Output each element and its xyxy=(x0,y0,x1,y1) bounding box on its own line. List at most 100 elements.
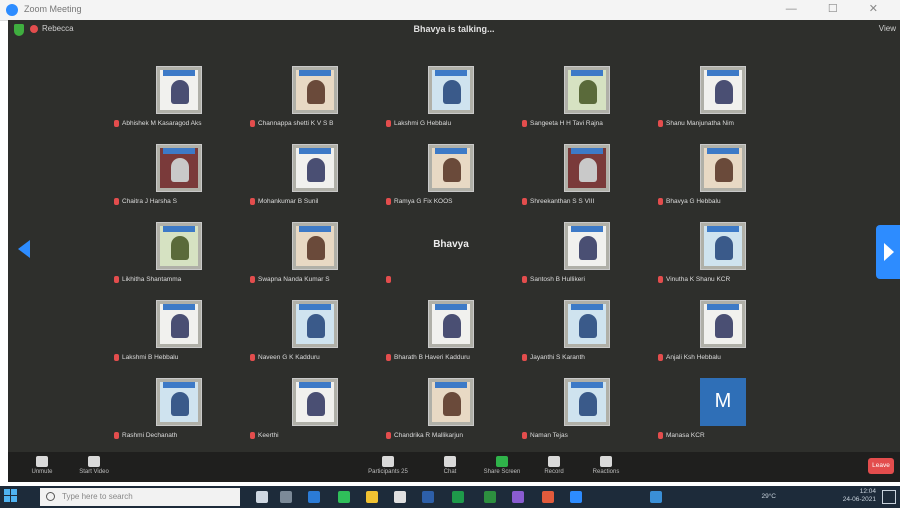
window-controls[interactable]: — ☐ ✕ xyxy=(786,2,892,15)
participant-tile[interactable]: Rashmi Dechanath xyxy=(108,378,248,450)
photo-frame xyxy=(701,67,745,113)
view-button[interactable]: View xyxy=(879,24,896,33)
photo-frame xyxy=(429,145,473,191)
participant-photo xyxy=(700,222,746,270)
file-explorer-icon[interactable] xyxy=(366,491,378,503)
participant-name-label: Bharath B Haveri Kadduru xyxy=(386,354,520,361)
photo-frame xyxy=(157,301,201,347)
participant-tile[interactable]: Bhavya G Hebbalu xyxy=(652,144,792,216)
participant-name-label: Chaitra J Harsha S xyxy=(114,198,248,205)
participant-photo: M xyxy=(700,378,746,426)
whatsapp-icon[interactable] xyxy=(338,491,350,503)
next-page-arrow-icon[interactable] xyxy=(876,225,900,279)
participant-tile[interactable]: Anjali Ksh Hebbalu xyxy=(652,300,792,372)
participant-tile[interactable]: Sangeeta H H Tavi Rajna xyxy=(516,66,656,138)
share-screen-button[interactable]: Share Screen xyxy=(474,456,530,475)
participant-tile[interactable]: Channappa shetti K V S B xyxy=(244,66,384,138)
participant-tile[interactable]: Jayanthi S Karanth xyxy=(516,300,656,372)
participant-tile[interactable]: Bharath B Haveri Kadduru xyxy=(380,300,520,372)
unmute-button[interactable]: Unmute xyxy=(14,456,70,475)
photo-frame xyxy=(565,223,609,269)
participant-name-label: Rashmi Dechanath xyxy=(114,432,248,439)
participant-tile[interactable]: Naveen G K Kadduru xyxy=(244,300,384,372)
muted-mic-icon xyxy=(386,276,391,283)
participant-tile[interactable]: Likhitha Shantamma xyxy=(108,222,248,294)
muted-mic-icon xyxy=(250,198,255,205)
windows-taskbar: Type here to search 29°C 12:04 24-06-202… xyxy=(0,486,900,508)
participant-name: Shreekanthan S S VIII xyxy=(530,198,595,206)
participant-tile[interactable]: Ramya G Fix KOOS xyxy=(380,144,520,216)
participant-tile[interactable]: Shreekanthan S S VIII xyxy=(516,144,656,216)
participant-tile[interactable]: M Manasa KCR xyxy=(652,378,792,450)
muted-mic-icon xyxy=(250,354,255,361)
muted-mic-icon xyxy=(522,120,527,127)
window-titlebar: Zoom Meeting — ☐ ✕ xyxy=(0,0,900,21)
chat-button[interactable]: Chat xyxy=(422,456,478,475)
reactions-button[interactable]: Reactions xyxy=(578,456,634,475)
participant-name-label: Bhavya G Hebbalu xyxy=(658,198,792,205)
windows-start-icon[interactable] xyxy=(4,489,18,503)
participant-name: Ramya G Fix KOOS xyxy=(394,198,453,206)
meeting-area: Rebecca Bhavya is talking... View Abhish… xyxy=(8,20,900,482)
participant-photo xyxy=(156,222,202,270)
photo-frame xyxy=(701,145,745,191)
record-button[interactable]: Record xyxy=(526,456,582,475)
muted-mic-icon xyxy=(114,198,119,205)
participant-name: Bhavya G Hebbalu xyxy=(666,198,721,206)
task-view-icon[interactable] xyxy=(256,491,268,503)
photo-frame xyxy=(293,301,337,347)
participant-photo xyxy=(292,378,338,426)
photo-frame xyxy=(157,145,201,191)
onedrive-icon[interactable] xyxy=(650,491,662,503)
participant-name: Channappa shetti K V S B xyxy=(258,120,334,128)
participant-name: Jayanthi S Karanth xyxy=(530,354,585,362)
leave-button[interactable]: Leave xyxy=(868,458,894,474)
edge-browser-icon[interactable] xyxy=(308,491,320,503)
green-app-icon[interactable] xyxy=(484,491,496,503)
muted-mic-icon xyxy=(114,120,119,127)
participant-tile[interactable]: Swapna Nanda Kumar S xyxy=(244,222,384,294)
participant-tile[interactable]: Vinutha K Shanu KCR xyxy=(652,222,792,294)
participant-tile[interactable]: Chandrika R Mallikarjun xyxy=(380,378,520,450)
widgets-icon[interactable] xyxy=(280,491,292,503)
participant-tile[interactable]: Santosh B Hullikeri xyxy=(516,222,656,294)
participant-tile[interactable]: Mohankumar B Sunil xyxy=(244,144,384,216)
participant-name-label: Mohankumar B Sunil xyxy=(250,198,384,205)
photo-frame xyxy=(565,379,609,425)
participants-button[interactable]: Participants 25 xyxy=(360,456,416,475)
participant-photo xyxy=(428,66,474,114)
meeting-toolbar: Unmute Start Video Participants 25 Chat … xyxy=(8,452,900,482)
photo-frame xyxy=(293,223,337,269)
store-icon[interactable] xyxy=(394,491,406,503)
participant-tile[interactable]: Lakshmi B Hebbalu xyxy=(108,300,248,372)
reactions-smiley-icon xyxy=(600,456,612,467)
zoom-taskbar-icon[interactable] xyxy=(570,491,582,503)
participant-photo xyxy=(564,66,610,114)
participant-photo xyxy=(292,66,338,114)
muted-mic-icon xyxy=(114,276,119,283)
media-app-icon[interactable] xyxy=(512,491,524,503)
muted-mic-icon xyxy=(386,120,391,127)
participant-tile[interactable]: Shanu Manjunatha Nim xyxy=(652,66,792,138)
participant-tile[interactable]: Lakshmi G Hebbalu xyxy=(380,66,520,138)
notification-icon[interactable] xyxy=(882,490,896,504)
previous-page-arrow-icon[interactable] xyxy=(18,240,30,258)
start-video-button[interactable]: Start Video xyxy=(66,456,122,475)
participant-avatar-letter: M xyxy=(714,390,732,412)
participant-tile[interactable]: Keerthi xyxy=(244,378,384,450)
muted-mic-icon xyxy=(250,276,255,283)
participant-tile[interactable]: Abhishek M Kasaragod Aks xyxy=(108,66,248,138)
meeting-topbar: Rebecca Bhavya is talking... View xyxy=(8,20,900,42)
participant-name-label: Lakshmi B Hebbalu xyxy=(114,354,248,361)
participant-tile[interactable]: Naman Tejas xyxy=(516,378,656,450)
taskbar-search-box[interactable]: Type here to search xyxy=(40,488,240,506)
word-icon[interactable] xyxy=(422,491,434,503)
muted-mic-icon xyxy=(658,432,663,439)
participant-tile[interactable]: Bhavya xyxy=(380,222,520,294)
excel-icon[interactable] xyxy=(452,491,464,503)
participant-tile[interactable]: Chaitra J Harsha S xyxy=(108,144,248,216)
muted-mic-icon xyxy=(522,198,527,205)
muted-mic-icon xyxy=(250,432,255,439)
chrome-icon[interactable] xyxy=(542,491,554,503)
participant-name: Vinutha K Shanu KCR xyxy=(666,276,731,284)
